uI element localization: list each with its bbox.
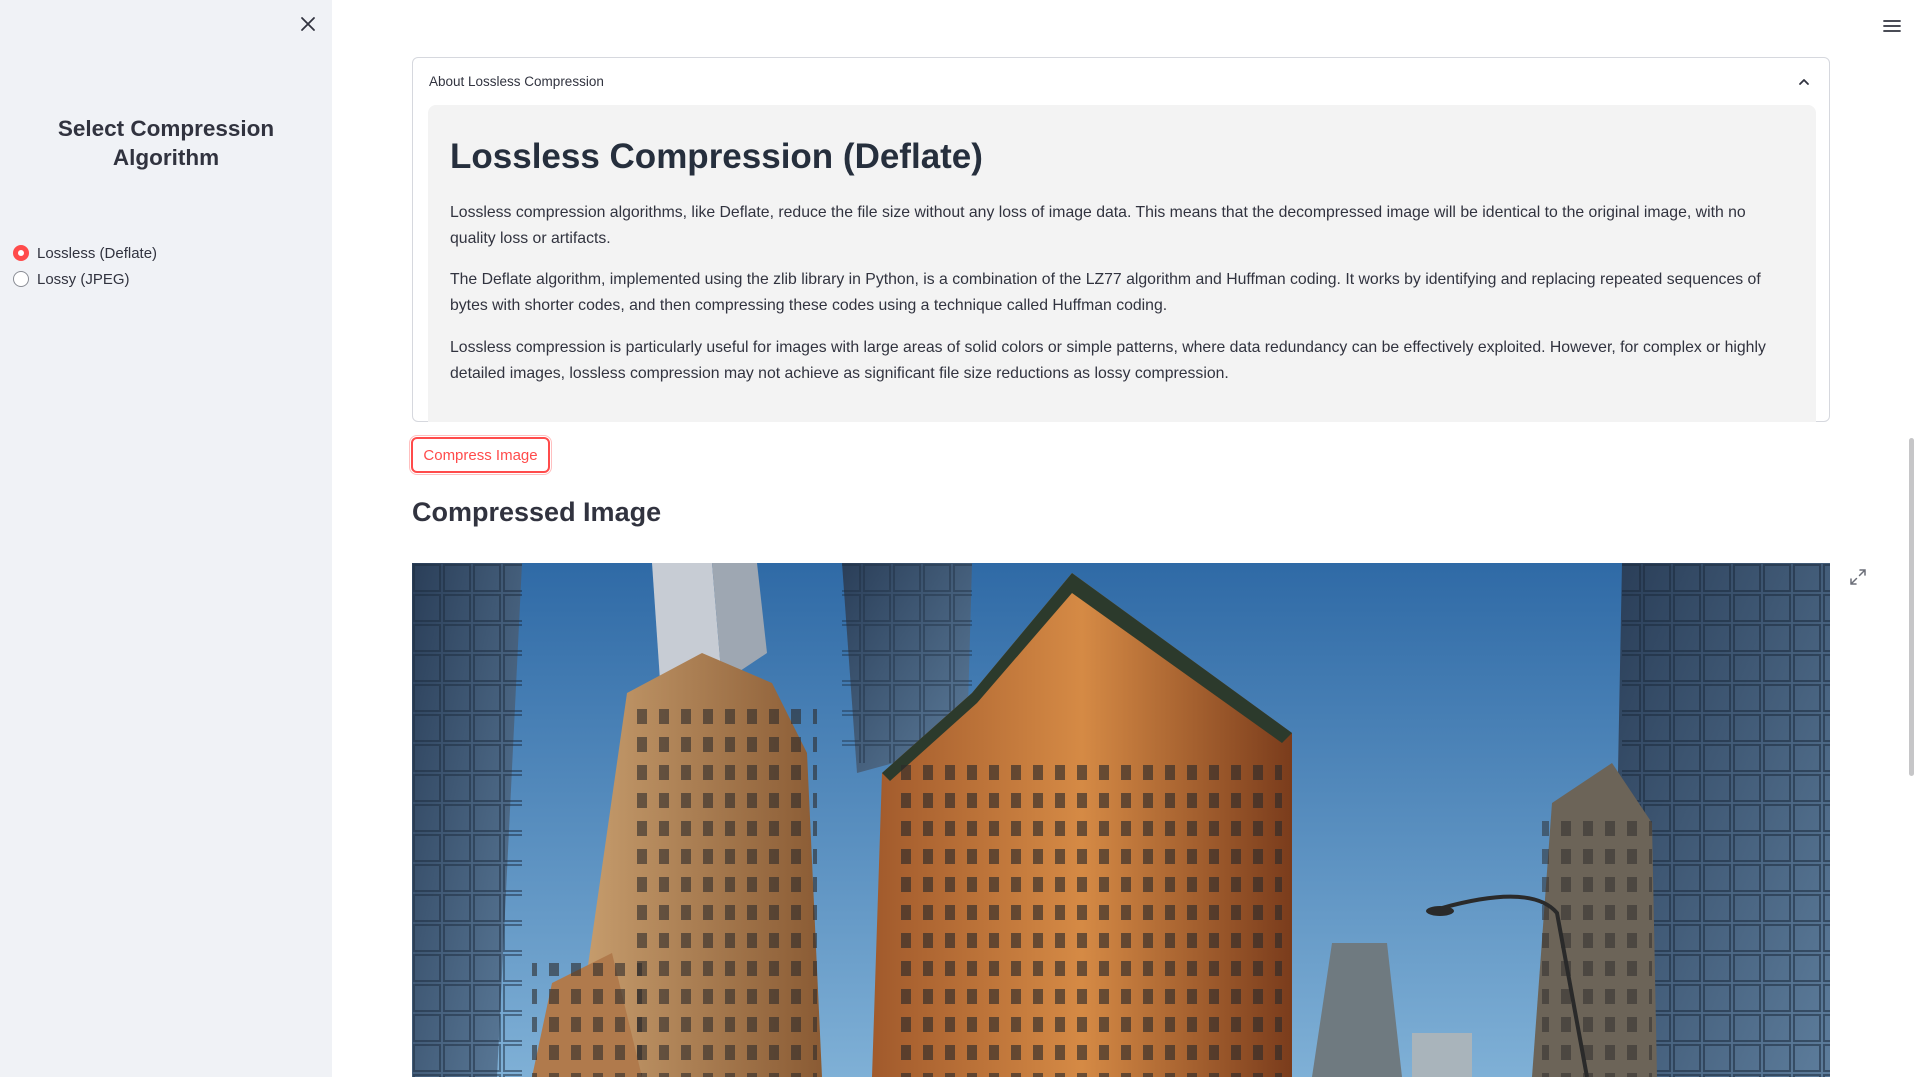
sidebar: Select Compression Algorithm Lossless (D… — [0, 0, 332, 1077]
radio-option-lossless[interactable]: Lossless (Deflate) — [13, 240, 157, 266]
algorithm-radio-group: Lossless (Deflate) Lossy (JPEG) — [13, 240, 157, 292]
compress-image-button[interactable]: Compress Image — [409, 435, 552, 475]
sidebar-title: Select Compression Algorithm — [57, 116, 275, 170]
scrollbar[interactable] — [1909, 438, 1914, 776]
expander-content: Lossless Compression (Deflate) Lossless … — [428, 105, 1816, 422]
content-paragraph: The Deflate algorithm, implemented using… — [450, 271, 1761, 314]
content-paragraph: Lossless compression is particularly use… — [450, 339, 1766, 382]
content-paragraph: Lossless compression algorithms, like De… — [450, 204, 1746, 247]
compressed-image — [412, 563, 1830, 1077]
close-icon[interactable] — [296, 12, 320, 36]
compressed-image-heading: Compressed Image — [412, 497, 662, 527]
radio-unselected-icon[interactable] — [13, 271, 29, 287]
radio-label: Lossless (Deflate) — [37, 244, 158, 262]
fullscreen-icon[interactable] — [1849, 568, 1867, 586]
expander-header[interactable]: About Lossless Compression — [429, 74, 604, 89]
radio-label: Lossy (JPEG) — [37, 270, 130, 288]
about-expander: About Lossless Compression Lossless Comp… — [412, 57, 1830, 422]
content-heading: Lossless Compression (Deflate) — [450, 137, 983, 176]
radio-selected-icon[interactable] — [13, 245, 29, 261]
hamburger-menu-icon[interactable] — [1880, 14, 1904, 38]
radio-option-lossy[interactable]: Lossy (JPEG) — [13, 266, 157, 292]
chevron-up-icon[interactable] — [1795, 73, 1813, 91]
